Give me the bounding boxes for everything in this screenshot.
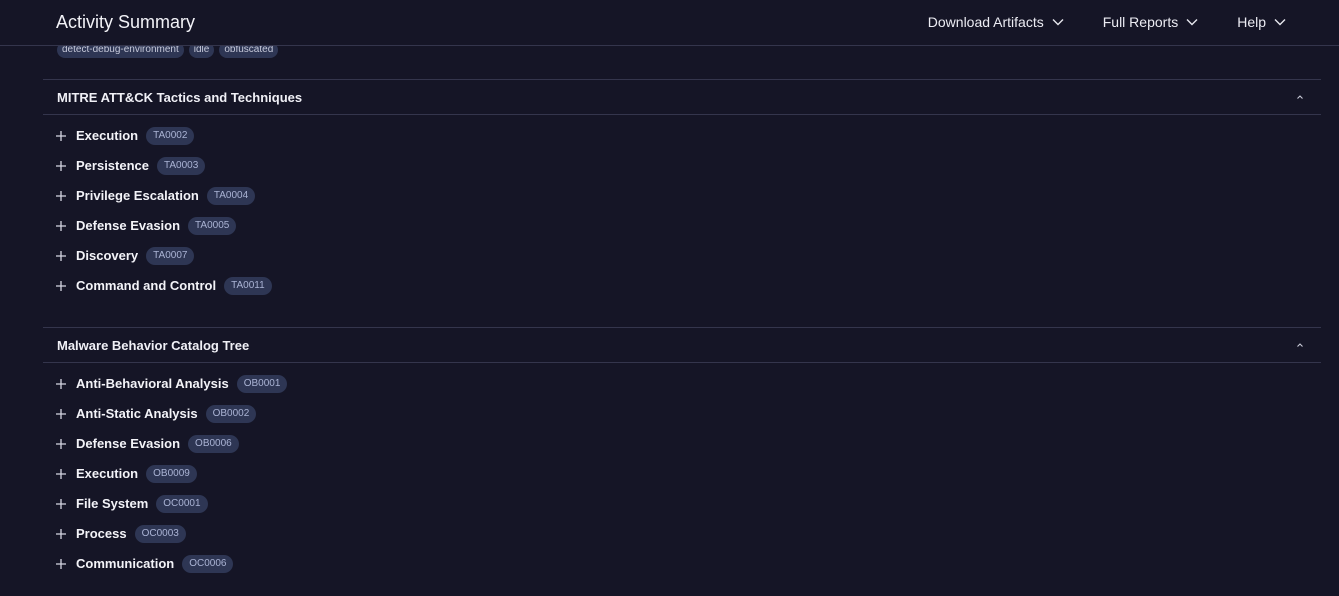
mitre-item-label: Privilege Escalation bbox=[76, 188, 199, 203]
mbc-item-label: Execution bbox=[76, 466, 139, 481]
mbc-item-label: Defense Evasion bbox=[76, 436, 181, 451]
behavior-id-badge: OC0006 bbox=[182, 555, 234, 573]
mitre-item-privilege-escalation[interactable]: Privilege Escalation TA0004 bbox=[55, 181, 272, 211]
full-reports-label: Full Reports bbox=[1102, 14, 1179, 30]
mitre-item-defense-evasion[interactable]: Defense Evasion TA0005 bbox=[55, 211, 272, 241]
mitre-item-label: Execution bbox=[76, 128, 139, 143]
mbc-section: Malware Behavior Catalog Tree Anti-Behav… bbox=[43, 327, 1321, 573]
chevron-down-icon bbox=[1274, 19, 1286, 26]
mitre-item-discovery[interactable]: Discovery TA0007 bbox=[55, 241, 272, 271]
download-artifacts-label: Download Artifacts bbox=[927, 14, 1044, 30]
chevron-down-icon bbox=[1052, 19, 1064, 26]
mitre-item-persistence[interactable]: Persistence TA0003 bbox=[55, 151, 272, 181]
behavior-id-badge: OB0001 bbox=[236, 375, 288, 393]
chevron-up-icon[interactable] bbox=[1295, 92, 1305, 102]
mitre-section-title: MITRE ATT&CK Tactics and Techniques bbox=[57, 90, 303, 105]
mbc-item-label: Anti-Static Analysis bbox=[76, 406, 198, 421]
tactic-id-badge: TA0007 bbox=[146, 247, 195, 265]
mbc-item-anti-static-analysis[interactable]: Anti-Static Analysis OB0002 bbox=[55, 399, 287, 429]
main-content: detect-debug-environment idle obfuscated… bbox=[43, 0, 1321, 596]
mbc-list: Anti-Behavioral Analysis OB0001 Anti-Sta… bbox=[55, 369, 288, 579]
help-menu[interactable]: Help bbox=[1237, 12, 1287, 32]
mbc-item-file-system[interactable]: File System OC0001 bbox=[55, 489, 287, 519]
mitre-item-label: Defense Evasion bbox=[76, 218, 181, 233]
mbc-item-anti-behavioral-analysis[interactable]: Anti-Behavioral Analysis OB0001 bbox=[55, 369, 288, 399]
tactic-id-badge: TA0003 bbox=[157, 157, 206, 175]
plus-icon bbox=[56, 161, 66, 171]
mbc-item-communication[interactable]: Communication OC0006 bbox=[55, 549, 287, 579]
mitre-item-command-and-control[interactable]: Command and Control TA0011 bbox=[55, 271, 272, 301]
mbc-item-process[interactable]: Process OC0003 bbox=[55, 519, 287, 549]
behavior-id-badge: OB0009 bbox=[146, 465, 197, 483]
tactic-id-badge: TA0011 bbox=[224, 277, 272, 295]
plus-icon bbox=[56, 251, 66, 261]
plus-icon bbox=[56, 281, 66, 291]
chevron-down-icon bbox=[1186, 19, 1198, 26]
mbc-item-label: Process bbox=[76, 526, 127, 541]
mbc-section-header[interactable]: Malware Behavior Catalog Tree bbox=[43, 327, 1321, 363]
plus-icon bbox=[56, 409, 66, 419]
mbc-item-label: File System bbox=[76, 496, 149, 511]
mbc-item-defense-evasion[interactable]: Defense Evasion OB0006 bbox=[55, 429, 287, 459]
mitre-item-label: Command and Control bbox=[76, 278, 217, 293]
page-title: Activity Summary bbox=[56, 12, 196, 32]
tactic-id-badge: TA0004 bbox=[206, 187, 256, 205]
mbc-section-title: Malware Behavior Catalog Tree bbox=[57, 338, 250, 353]
tactic-id-badge: TA0002 bbox=[146, 127, 195, 145]
mitre-item-label: Persistence bbox=[76, 158, 149, 173]
mitre-item-execution[interactable]: Execution TA0002 bbox=[55, 121, 272, 151]
behavior-id-badge: OB0002 bbox=[205, 405, 257, 423]
header-menus: Download Artifacts Full Reports Help bbox=[890, 12, 1287, 32]
plus-icon bbox=[56, 529, 66, 539]
chevron-up-icon[interactable] bbox=[1295, 340, 1305, 350]
mitre-item-label: Discovery bbox=[76, 248, 139, 263]
mbc-item-execution[interactable]: Execution OB0009 bbox=[55, 459, 287, 489]
behavior-id-badge: OC0001 bbox=[156, 495, 208, 513]
behavior-id-badge: OC0003 bbox=[134, 525, 186, 543]
plus-icon bbox=[56, 191, 66, 201]
full-reports-menu[interactable]: Full Reports bbox=[1103, 12, 1199, 32]
mbc-item-label: Communication bbox=[76, 556, 175, 571]
mitre-section: MITRE ATT&CK Tactics and Techniques Exec… bbox=[43, 79, 1321, 295]
plus-icon bbox=[56, 221, 66, 231]
plus-icon bbox=[56, 439, 66, 449]
behavior-id-badge: OB0006 bbox=[188, 435, 239, 453]
mitre-list: Execution TA0002 Persistence TA0003 Priv… bbox=[55, 121, 272, 301]
mbc-item-label: Anti-Behavioral Analysis bbox=[76, 376, 229, 391]
plus-icon bbox=[56, 499, 66, 509]
plus-icon bbox=[56, 469, 66, 479]
plus-icon bbox=[56, 379, 66, 389]
plus-icon bbox=[56, 559, 66, 569]
tactic-id-badge: TA0005 bbox=[188, 217, 237, 235]
help-label: Help bbox=[1237, 14, 1266, 30]
mitre-section-header[interactable]: MITRE ATT&CK Tactics and Techniques bbox=[43, 79, 1321, 115]
plus-icon bbox=[56, 131, 66, 141]
top-bar: Activity Summary Download Artifacts Full… bbox=[0, 0, 1339, 46]
download-artifacts-menu[interactable]: Download Artifacts bbox=[928, 12, 1065, 32]
